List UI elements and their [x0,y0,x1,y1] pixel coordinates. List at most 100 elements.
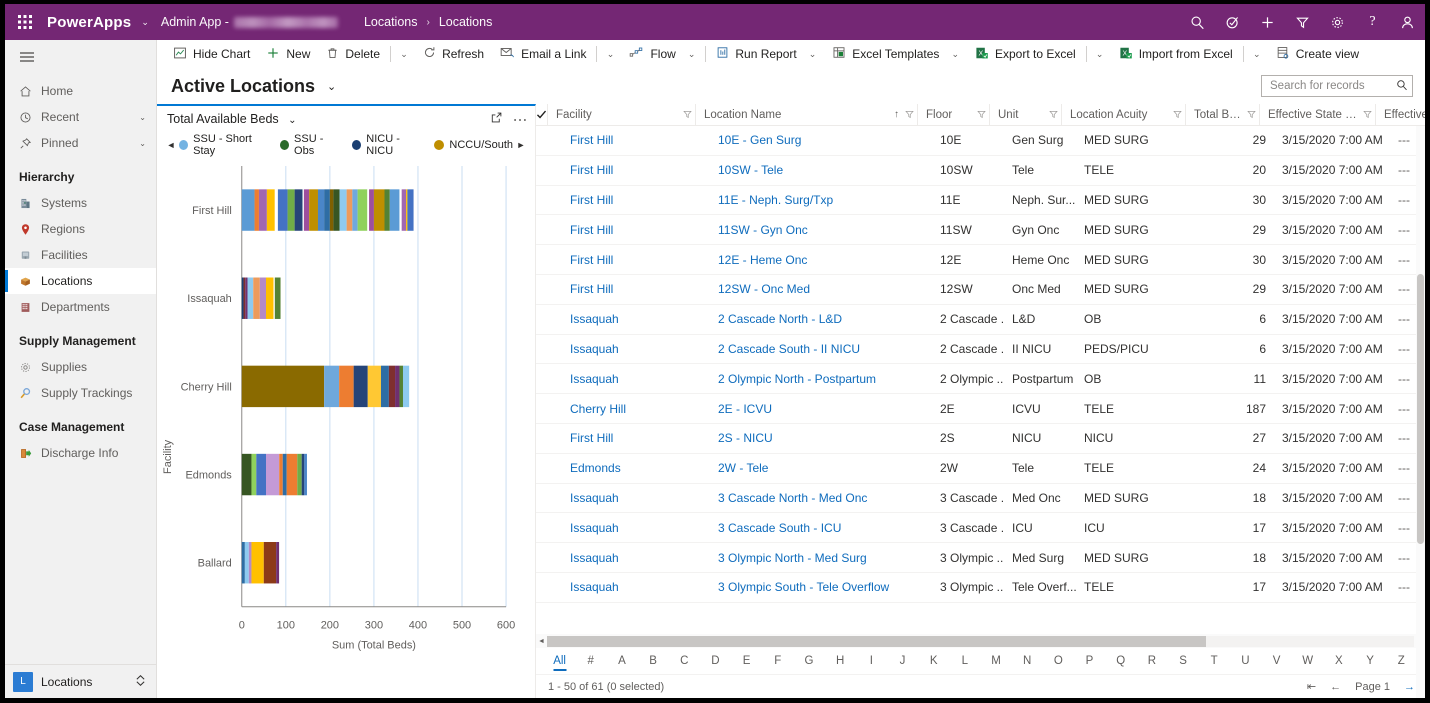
chart-bar-segment[interactable] [241,542,245,584]
chart-bar-segment[interactable] [369,189,374,231]
chart-bar-segment[interactable] [241,453,252,496]
chart-bar-segment[interactable] [259,277,266,319]
alphabet-filter-y[interactable]: Y [1354,655,1385,667]
alphabet-filter-v[interactable]: V [1261,655,1292,667]
chart-bar-segment[interactable] [388,365,396,408]
table-cell-link[interactable]: Issaquah [562,521,710,535]
grid-column-header[interactable]: Location Acuity [1061,104,1185,125]
grid-column-header[interactable]: Unit [989,104,1061,125]
search-records-box[interactable] [1261,75,1413,97]
column-filter-icon[interactable] [679,110,695,119]
first-page-icon[interactable]: ⇤ [1307,680,1316,693]
table-cell-link[interactable]: Issaquah [562,551,710,565]
table-row[interactable]: Cherry Hill 2E - ICVU 2E ICVU TELE 187 3/15/20… [536,394,1425,424]
table-cell-link[interactable]: First Hill [562,223,710,237]
sidebar-item-regions[interactable]: Regions [5,216,156,242]
alphabet-filter-n[interactable]: N [1012,655,1043,667]
chevron-down-icon[interactable]: ⌄ [139,139,156,148]
hscroll-left-arrow-icon[interactable]: ◄ [536,638,547,645]
table-row[interactable]: Issaquah 3 Cascade South - ICU 3 Cascade .… [536,513,1425,544]
alphabet-filter-all[interactable]: All [544,655,575,667]
alphabet-filter-o[interactable]: O [1043,655,1074,667]
sidebar-item-pinned[interactable]: Pinned ⌄ [5,130,156,156]
delete-button[interactable]: Delete [318,40,388,68]
table-cell-link[interactable]: Issaquah [562,312,710,326]
sidebar-item-supplies[interactable]: Supplies [5,354,156,380]
grid-horizontal-scrollbar[interactable]: ◄ ► [536,634,1425,648]
chart-bar-segment[interactable] [244,542,249,584]
sidebar-item-departments[interactable]: Departments [5,294,156,320]
chart-bar-segment[interactable] [274,277,281,319]
chart-bar-segment[interactable] [384,189,390,231]
chart-selector-chevron-down-icon[interactable]: ⌄ [288,115,296,126]
chart-bar-segment[interactable] [333,189,340,231]
alphabet-filter-e[interactable]: E [731,655,762,667]
chart-bar-segment[interactable] [324,189,330,231]
chart-bar-segment[interactable] [303,189,310,231]
alphabet-filter-z[interactable]: Z [1386,655,1417,667]
grid-column-header[interactable]: Location Name ↑ [695,104,917,125]
chart-bar-segment[interactable] [309,189,318,231]
sidebar-area-switcher[interactable]: L Locations [5,664,156,698]
task-check-icon[interactable] [1215,4,1250,40]
table-row[interactable]: Edmonds 2W - Tele 2W Tele TELE 24 3/15/2020 7:… [536,454,1425,484]
filter-icon[interactable] [1285,4,1320,40]
sidebar-item-home[interactable]: Home [5,78,156,104]
table-row[interactable]: Issaquah 2 Cascade North - L&D 2 Cascade .… [536,305,1425,335]
legend-item[interactable]: NCCU/South [434,139,513,151]
chart-bar-segment[interactable] [276,542,280,584]
legend-prev-icon[interactable]: ◄ [163,140,179,150]
chart-bar-segment[interactable] [367,365,381,408]
chart-bar-segment[interactable] [304,453,307,496]
excel-templates-chevron-down-icon[interactable]: ⌄ [951,49,959,60]
chart-bar-segment[interactable] [402,365,410,408]
alphabet-filter-b[interactable]: B [638,655,669,667]
breadcrumb-item-2[interactable]: Locations [439,15,493,29]
chart-bar-segment[interactable] [287,189,295,231]
table-cell-link[interactable]: Cherry Hill [562,402,710,416]
table-cell-link[interactable]: Edmonds [562,461,710,475]
grid-column-header[interactable]: Total Beds [1185,104,1259,125]
table-cell-link[interactable]: 2S - NICU [710,431,932,445]
column-filter-icon[interactable] [1169,110,1185,119]
help-icon[interactable]: ? [1355,4,1390,40]
chart-bar-segment[interactable] [241,365,325,408]
new-button[interactable]: New [258,40,318,68]
table-cell-link[interactable]: 10SW - Tele [710,163,932,177]
grid-vertical-scroll-thumb[interactable] [1417,274,1424,544]
chart-bar-segment[interactable] [243,277,246,319]
more-options-icon[interactable] [513,112,527,126]
chart-bar-segment[interactable] [380,365,389,408]
table-row[interactable]: First Hill 12E - Heme Onc 12E Heme Onc MED S… [536,245,1425,275]
email-overflow-chevron-icon[interactable]: ⌄ [599,40,621,68]
select-all-checkbox[interactable] [536,104,547,125]
table-row[interactable]: First Hill 10SW - Tele 10SW Tele TELE 20 3/15/… [536,156,1425,186]
column-filter-icon[interactable] [973,110,989,119]
chart-bar-segment[interactable] [241,189,255,231]
chart-bar-segment[interactable] [401,189,407,231]
gear-icon[interactable] [1320,4,1355,40]
next-page-icon[interactable]: → [1404,681,1415,693]
chart-bar-segment[interactable] [258,189,267,231]
table-row[interactable]: Issaquah 2 Olympic North - Postpartum 2 Ol… [536,364,1425,395]
table-cell-link[interactable]: 3 Olympic South - Tele Overflow [710,580,932,594]
table-cell-link[interactable]: 12SW - Onc Med [710,282,932,296]
table-cell-link[interactable]: 3 Cascade South - ICU [710,521,932,535]
legend-item[interactable]: SSU - Obs [279,133,342,157]
export-overflow-chevron-icon[interactable]: ⌄ [1089,40,1111,68]
breadcrumb-item-1[interactable]: Locations [364,15,418,29]
legend-next-icon[interactable]: ► [513,140,529,150]
chart-bar-segment[interactable] [302,189,304,231]
previous-page-icon[interactable]: ← [1330,681,1341,693]
grid-vertical-scrollbar[interactable] [1416,126,1425,698]
chart-bar-segment[interactable] [248,542,252,584]
legend-item[interactable]: NICU - NICU [352,133,424,157]
chart-bar-segment[interactable] [279,542,285,584]
grid-column-header[interactable]: Effective State Date [1259,104,1375,125]
create-view-button[interactable]: Create view [1268,40,1367,68]
grid-column-header[interactable]: Facility [547,104,695,125]
chart-bar-segment[interactable] [407,189,414,231]
sidebar-item-locations[interactable]: Locations [5,268,156,294]
hscroll-thumb[interactable] [547,635,1206,647]
stacked-bar-chart[interactable]: First Hill Issaquah Cherry Hill Edmonds Ball… [157,158,535,663]
